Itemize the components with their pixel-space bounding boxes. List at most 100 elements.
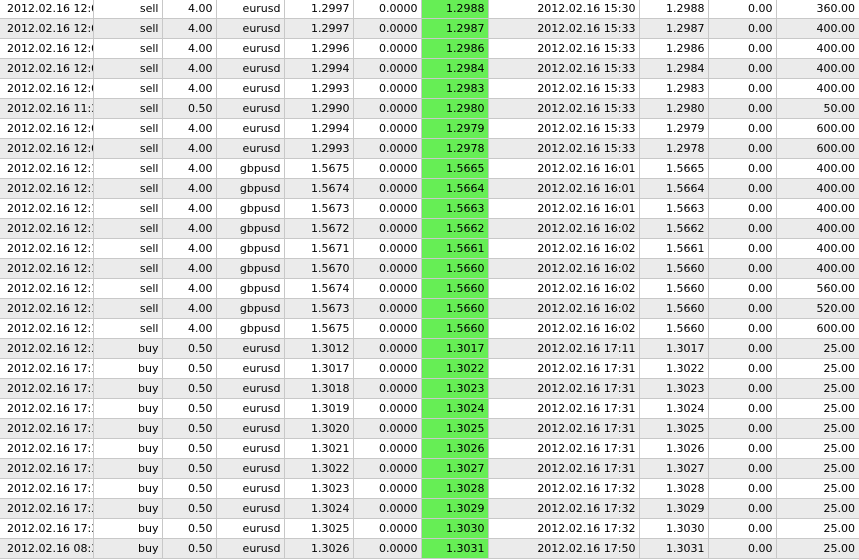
table-row[interactable]: 2012.02.16 12:10sell4.00gbpusd1.56700.00… <box>0 258 859 279</box>
table-row[interactable]: 2012.02.16 12:10sell4.00gbpusd1.56720.00… <box>0 218 859 239</box>
table-row[interactable]: 2012.02.16 17:12buy0.50eurusd1.30220.000… <box>0 458 859 479</box>
table-row[interactable]: 2012.02.16 12:09sell4.00eurusd1.29930.00… <box>0 138 859 159</box>
table-row[interactable]: 2012.02.16 12:09sell4.00eurusd1.29930.00… <box>0 78 859 99</box>
commission-cell: 0.00 <box>708 158 777 179</box>
lot-size-cell: 0.50 <box>162 98 217 119</box>
lot-size-cell: 4.00 <box>162 298 217 319</box>
order-type-cell: buy <box>93 418 163 439</box>
open-time-cell: 2012.02.16 12:10 <box>0 198 94 219</box>
order-type-cell: sell <box>93 258 163 279</box>
symbol-cell: eurusd <box>216 418 285 439</box>
table-row[interactable]: 2012.02.16 12:10sell4.00gbpusd1.56750.00… <box>0 158 859 179</box>
table-row[interactable]: 2012.02.16 12:10sell4.00gbpusd1.56730.00… <box>0 198 859 219</box>
table-row[interactable]: 2012.02.16 12:07sell4.00eurusd1.29970.00… <box>0 0 859 19</box>
table-row[interactable]: 2012.02.16 17:30buy0.50eurusd1.30240.000… <box>0 498 859 519</box>
table-row[interactable]: 2012.02.16 17:12buy0.50eurusd1.30230.000… <box>0 478 859 499</box>
close-time-cell: 2012.02.16 17:31 <box>488 358 640 379</box>
lot-size-cell: 4.00 <box>162 218 217 239</box>
profit-cell: 25.00 <box>776 498 859 519</box>
table-row[interactable]: 2012.02.16 17:11buy0.50eurusd1.30180.000… <box>0 378 859 399</box>
open-time-cell: 2012.02.16 17:11 <box>0 438 94 459</box>
commission-cell: 0.00 <box>708 98 777 119</box>
symbol-cell: eurusd <box>216 58 285 79</box>
close-price-cell: 1.3031 <box>639 538 709 559</box>
open-time-cell: 2012.02.16 12:09 <box>0 118 94 139</box>
order-type-cell: sell <box>93 298 163 319</box>
close-price-cell: 1.2979 <box>639 118 709 139</box>
symbol-cell: eurusd <box>216 518 285 539</box>
lot-size-cell: 4.00 <box>162 138 217 159</box>
table-row[interactable]: 2012.02.16 12:11sell4.00gbpusd1.56730.00… <box>0 298 859 319</box>
stop-loss-cell: 0.0000 <box>353 238 422 259</box>
take-profit-cell: 1.3023 <box>421 378 489 399</box>
close-price-cell: 1.3017 <box>639 338 709 359</box>
table-row[interactable]: 2012.02.16 12:10sell4.00gbpusd1.56740.00… <box>0 178 859 199</box>
take-profit-cell: 1.2978 <box>421 138 489 159</box>
open-time-cell: 2012.02.16 17:31 <box>0 518 94 539</box>
commission-cell: 0.00 <box>708 358 777 379</box>
take-profit-cell: 1.5660 <box>421 298 489 319</box>
lot-size-cell: 0.50 <box>162 498 217 519</box>
order-type-cell: buy <box>93 518 163 539</box>
open-time-cell: 2012.02.16 12:10 <box>0 178 94 199</box>
stop-loss-cell: 0.0000 <box>353 258 422 279</box>
open-price-cell: 1.2993 <box>284 78 354 99</box>
table-row[interactable]: 2012.02.16 12:08sell4.00eurusd1.29960.00… <box>0 38 859 59</box>
open-price-cell: 1.2997 <box>284 18 354 39</box>
symbol-cell: gbpusd <box>216 158 285 179</box>
order-type-cell: sell <box>93 118 163 139</box>
stop-loss-cell: 0.0000 <box>353 38 422 59</box>
commission-cell: 0.00 <box>708 478 777 499</box>
table-row[interactable]: 2012.02.16 12:35buy0.50eurusd1.30120.000… <box>0 338 859 359</box>
take-profit-cell: 1.2980 <box>421 98 489 119</box>
profit-cell: 50.00 <box>776 98 859 119</box>
close-price-cell: 1.3025 <box>639 418 709 439</box>
take-profit-cell: 1.5661 <box>421 238 489 259</box>
symbol-cell: eurusd <box>216 458 285 479</box>
close-time-cell: 2012.02.16 15:33 <box>488 18 640 39</box>
profit-cell: 400.00 <box>776 78 859 99</box>
table-row[interactable]: 2012.02.16 12:10sell4.00gbpusd1.56740.00… <box>0 278 859 299</box>
table-row[interactable]: 2012.02.16 17:11buy0.50eurusd1.30190.000… <box>0 398 859 419</box>
lot-size-cell: 4.00 <box>162 78 217 99</box>
close-price-cell: 1.3023 <box>639 378 709 399</box>
lot-size-cell: 4.00 <box>162 58 217 79</box>
table-row[interactable]: 2012.02.16 17:31buy0.50eurusd1.30250.000… <box>0 518 859 539</box>
commission-cell: 0.00 <box>708 78 777 99</box>
stop-loss-cell: 0.0000 <box>353 338 422 359</box>
close-time-cell: 2012.02.16 17:31 <box>488 378 640 399</box>
order-type-cell: sell <box>93 0 163 19</box>
symbol-cell: eurusd <box>216 358 285 379</box>
lot-size-cell: 4.00 <box>162 158 217 179</box>
profit-cell: 25.00 <box>776 478 859 499</box>
order-type-cell: buy <box>93 538 163 559</box>
profit-cell: 25.00 <box>776 418 859 439</box>
table-row[interactable]: 2012.02.16 12:08sell4.00eurusd1.29970.00… <box>0 18 859 39</box>
table-row[interactable]: 2012.02.16 12:11sell4.00gbpusd1.56750.00… <box>0 318 859 339</box>
table-row[interactable]: 2012.02.16 17:11buy0.50eurusd1.30200.000… <box>0 418 859 439</box>
order-type-cell: sell <box>93 238 163 259</box>
table-row[interactable]: 2012.02.16 08:36buy0.50eurusd1.30260.000… <box>0 538 859 559</box>
table-row[interactable]: 2012.02.16 17:11buy0.50eurusd1.30210.000… <box>0 438 859 459</box>
take-profit-cell: 1.3029 <box>421 498 489 519</box>
stop-loss-cell: 0.0000 <box>353 0 422 19</box>
profit-cell: 25.00 <box>776 438 859 459</box>
trade-history-table: 2012.02.16 12:07sell4.00eurusd1.29970.00… <box>0 0 859 559</box>
order-type-cell: sell <box>93 78 163 99</box>
close-time-cell: 2012.02.16 15:33 <box>488 118 640 139</box>
table-row[interactable]: 2012.02.16 12:08sell4.00eurusd1.29940.00… <box>0 58 859 79</box>
take-profit-cell: 1.5660 <box>421 278 489 299</box>
open-time-cell: 2012.02.16 17:12 <box>0 458 94 479</box>
open-price-cell: 1.3022 <box>284 458 354 479</box>
table-row[interactable]: 2012.02.16 12:10sell4.00gbpusd1.56710.00… <box>0 238 859 259</box>
profit-cell: 400.00 <box>776 178 859 199</box>
profit-cell: 400.00 <box>776 38 859 59</box>
profit-cell: 400.00 <box>776 198 859 219</box>
symbol-cell: eurusd <box>216 438 285 459</box>
table-row[interactable]: 2012.02.16 17:11buy0.50eurusd1.30170.000… <box>0 358 859 379</box>
table-row[interactable]: 2012.02.16 12:09sell4.00eurusd1.29940.00… <box>0 118 859 139</box>
close-price-cell: 1.5660 <box>639 318 709 339</box>
take-profit-cell: 1.2983 <box>421 78 489 99</box>
table-row[interactable]: 2012.02.16 11:33sell0.50eurusd1.29900.00… <box>0 98 859 119</box>
take-profit-cell: 1.5665 <box>421 158 489 179</box>
